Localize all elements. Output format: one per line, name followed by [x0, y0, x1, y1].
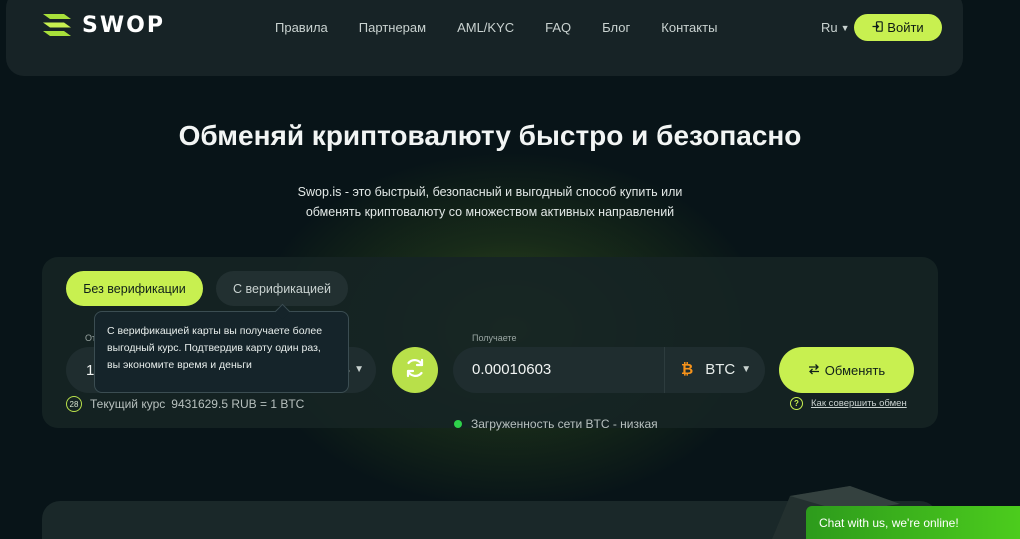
how-to-exchange-label[interactable]: Как совершить обмен [811, 398, 907, 409]
caret-down-icon: ▼ [741, 364, 752, 375]
login-label: Войти [887, 20, 924, 35]
swap-direction-button[interactable] [392, 347, 438, 393]
question-icon: ? [790, 397, 803, 410]
network-status: Загруженность сети BTC - низкая [454, 417, 658, 431]
login-button[interactable]: Войти [854, 14, 942, 41]
page-title: Обменяй криптовалюту быстро и безопасно [178, 120, 802, 151]
tab-with-verification[interactable]: С верификацией [216, 271, 348, 306]
nav-contacts[interactable]: Контакты [661, 20, 717, 35]
tooltip-line-2: выгодный курс. Подтвердив карту один раз… [107, 342, 321, 354]
hero-subtitle-line-2: обменять криптовалюту со множеством акти… [305, 205, 675, 219]
nav-blog[interactable]: Блог [602, 20, 630, 35]
get-amount-input[interactable]: 0.00010603 [472, 361, 551, 378]
tooltip-line-3: вы экономите время и деньги [107, 359, 252, 371]
exchange-arrows-icon [808, 363, 820, 378]
get-field[interactable]: 0.00010603 ₿ BTC ▼ [453, 347, 765, 393]
tooltip-line-1: С верификацией карты вы получаете более [107, 325, 323, 337]
rate-value: 9431629.5 RUB = 1 BTC [171, 397, 305, 411]
tab-no-verification[interactable]: Без верификации [66, 271, 203, 306]
caret-down-icon: ▼ [354, 364, 364, 375]
live-chat-button[interactable]: Chat with us, we're online! [806, 506, 1020, 539]
logo[interactable]: SWOP [40, 10, 165, 40]
logo-text: SWOP [82, 12, 165, 38]
caret-down-icon: ▼ [840, 22, 850, 33]
hero-subtitle: Swop.is - это быстрый, безопасный и выго… [0, 182, 980, 222]
nav-partners[interactable]: Партнерам [359, 20, 426, 35]
verification-tooltip: С верификацией карты вы получаете более … [94, 311, 349, 393]
site-header: SWOP Правила Партнерам AML/KYC FAQ Блог … [6, 0, 963, 76]
language-label: Ru [821, 20, 838, 35]
get-label: Получаете [472, 333, 517, 343]
get-currency-label: BTC [705, 361, 736, 378]
nav-aml-kyc[interactable]: AML/KYC [457, 20, 514, 35]
exchange-label: Обменять [824, 362, 886, 378]
network-status-text: Загруженность сети BTC - низкая [471, 417, 658, 431]
timer-icon: 28 [66, 396, 82, 412]
swop-logo-icon [40, 10, 74, 40]
rate-label: Текущий курс [90, 397, 166, 411]
language-selector[interactable]: Ru ▼ [821, 20, 850, 35]
bitcoin-icon: ₿ [681, 361, 694, 378]
status-dot-icon [454, 420, 462, 428]
exchange-button[interactable]: Обменять [779, 347, 914, 393]
main-nav: Правила Партнерам AML/KYC FAQ Блог Конта… [275, 20, 748, 35]
how-to-exchange-link[interactable]: ? Как совершить обмен [790, 397, 907, 410]
login-icon [872, 20, 884, 35]
hero-subtitle-line-1: Swop.is - это быстрый, безопасный и выго… [297, 185, 683, 199]
current-rate: 28 Текущий курс 9431629.5 RUB = 1 BTC [66, 396, 304, 412]
get-currency-select[interactable]: ₿ BTC ▼ [681, 361, 751, 378]
nav-faq[interactable]: FAQ [545, 20, 571, 35]
nav-rules[interactable]: Правила [275, 20, 328, 35]
swap-icon [403, 356, 427, 385]
field-divider [664, 347, 665, 393]
